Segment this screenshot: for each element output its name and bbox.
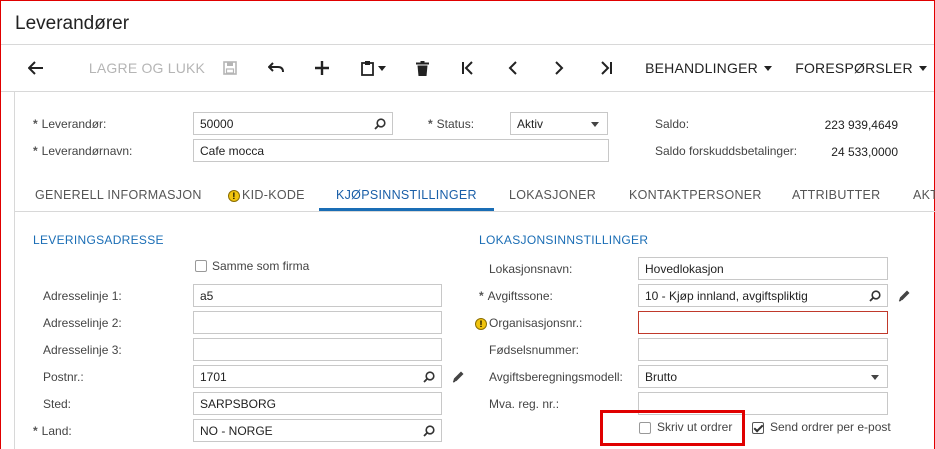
supplier-name-input[interactable]: Cafe mocca (193, 139, 609, 162)
tax-zone-input[interactable]: 10 - Kjøp innland, avgiftspliktig (638, 284, 888, 307)
first-page-icon (462, 61, 473, 75)
address3-label: Adresselinje 3: (43, 343, 122, 357)
supplier-name-label: * Leverandørnavn: (33, 144, 133, 158)
birth-no-label: Fødselsnummer: (489, 343, 580, 357)
chevron-down-icon (763, 65, 772, 71)
search-icon[interactable] (423, 425, 435, 437)
foresporsler-menu[interactable]: FORESPØRSLER (791, 45, 931, 91)
chevron-left-icon (508, 61, 517, 75)
tab-kjopsinnstillinger[interactable]: KJØPSINNSTILLINGER (319, 180, 494, 211)
postal-code-label: Postnr.: (43, 370, 84, 384)
birth-no-input[interactable] (638, 338, 888, 361)
chevron-down-icon (871, 375, 879, 380)
search-icon[interactable] (423, 371, 435, 383)
back-button[interactable] (21, 45, 51, 91)
same-as-company-label: Samme som firma (212, 259, 310, 273)
page-title: Leverandører (15, 13, 130, 34)
save-button[interactable] (217, 45, 243, 91)
tab-attributter[interactable]: ATTRIBUTTER (792, 180, 880, 211)
save-and-close-button[interactable]: LAGRE OG LUKK (71, 45, 223, 91)
title-bar: Leverandører (1, 1, 934, 43)
address2-label: Adresselinje 2: (43, 316, 122, 330)
last-record-button[interactable] (591, 45, 621, 91)
org-no-label: ! Organisasjonsnr.: (475, 316, 582, 330)
location-name-input[interactable]: Hovedlokasjon (638, 257, 888, 280)
balance-label: Saldo: (655, 117, 690, 131)
status-label: * Status: (428, 117, 475, 131)
address3-input[interactable] (193, 338, 442, 361)
chevron-down-icon (591, 122, 599, 127)
tab-bar: GENERELL INFORMASJON ! KID-KODE KJØPSINNS… (15, 180, 935, 212)
search-icon[interactable] (374, 118, 386, 130)
chevron-down-icon (918, 65, 927, 71)
address1-input[interactable]: a5 (193, 284, 442, 307)
status-select[interactable]: Aktiv (510, 112, 608, 135)
balance-value: 223 939,4649 (824, 118, 898, 132)
pencil-icon[interactable] (452, 370, 465, 383)
delete-button[interactable] (407, 45, 437, 91)
add-button[interactable] (307, 45, 337, 91)
paste-dropdown-button[interactable] (355, 45, 391, 91)
address2-input[interactable] (193, 311, 442, 334)
behandlinger-menu[interactable]: BEHANDLINGER (641, 45, 776, 91)
prepay-balance-value: 24 533,0000 (831, 145, 898, 159)
trash-icon (415, 60, 429, 76)
vat-no-label: Mva. reg. nr.: (489, 397, 560, 411)
country-input[interactable]: NO - NORGE (193, 419, 442, 442)
behandlinger-label: BEHANDLINGER (645, 60, 758, 76)
city-label: Sted: (43, 397, 72, 411)
first-record-button[interactable] (453, 45, 483, 91)
warning-icon: ! (475, 317, 487, 330)
undo-button[interactable] (261, 45, 291, 91)
toolbar: LAGRE OG LUKK BEHANDLINGER FORESPØRSLER (1, 44, 934, 92)
org-no-input[interactable] (638, 311, 888, 334)
foresporsler-label: FORESPØRSLER (795, 60, 913, 76)
print-orders-checkbox[interactable] (639, 422, 651, 434)
floppy-disk-icon (223, 61, 237, 75)
tab-lokasjoner[interactable]: LOKASJONER (509, 180, 596, 211)
arrow-left-icon (28, 61, 43, 75)
tab-kontaktpersoner[interactable]: KONTAKTPERSONER (629, 180, 762, 211)
search-icon[interactable] (869, 290, 881, 302)
tab-generell-informasjon[interactable]: GENERELL INFORMASJON (35, 180, 202, 211)
previous-record-button[interactable] (498, 45, 528, 91)
location-name-label: Lokasjonsnavn: (489, 262, 573, 276)
location-settings-title: LOKASJONSINNSTILLINGER (479, 233, 649, 247)
clipboard-icon (360, 61, 374, 76)
address1-label: Adresselinje 1: (43, 289, 122, 303)
tab-akt[interactable]: AKT (913, 180, 935, 211)
supplier-input[interactable]: 50000 (193, 112, 393, 135)
tax-model-select[interactable]: Brutto (638, 365, 888, 388)
chevron-right-icon (555, 61, 564, 75)
chevron-down-icon (377, 65, 386, 71)
warning-icon: ! (228, 189, 240, 202)
country-label: * Land: (33, 424, 72, 438)
plus-icon (315, 61, 329, 75)
last-page-icon (601, 61, 612, 75)
undo-icon (268, 62, 284, 73)
next-record-button[interactable] (544, 45, 574, 91)
delivery-address-title: LEVERINGSADRESSE (33, 233, 164, 247)
tab-kid-kode[interactable]: ! KID-KODE (228, 180, 305, 211)
print-orders-label: Skriv ut ordrer (657, 420, 733, 434)
postal-code-input[interactable]: 1701 (193, 365, 442, 388)
same-as-company-checkbox[interactable] (195, 260, 207, 272)
tax-model-label: Avgiftsberegningsmodell: (489, 370, 623, 384)
supplier-label: * Leverandør: (33, 117, 107, 131)
pencil-icon[interactable] (898, 289, 911, 302)
form-content: * Leverandør: 50000 * Status: Aktiv Saldo:… (14, 92, 935, 449)
tax-zone-label: * Avgiftssone: (479, 289, 553, 303)
city-input[interactable]: SARPSBORG (193, 392, 442, 415)
email-orders-checkbox[interactable] (752, 422, 764, 434)
email-orders-label: Send ordrer per e-post (770, 420, 891, 434)
